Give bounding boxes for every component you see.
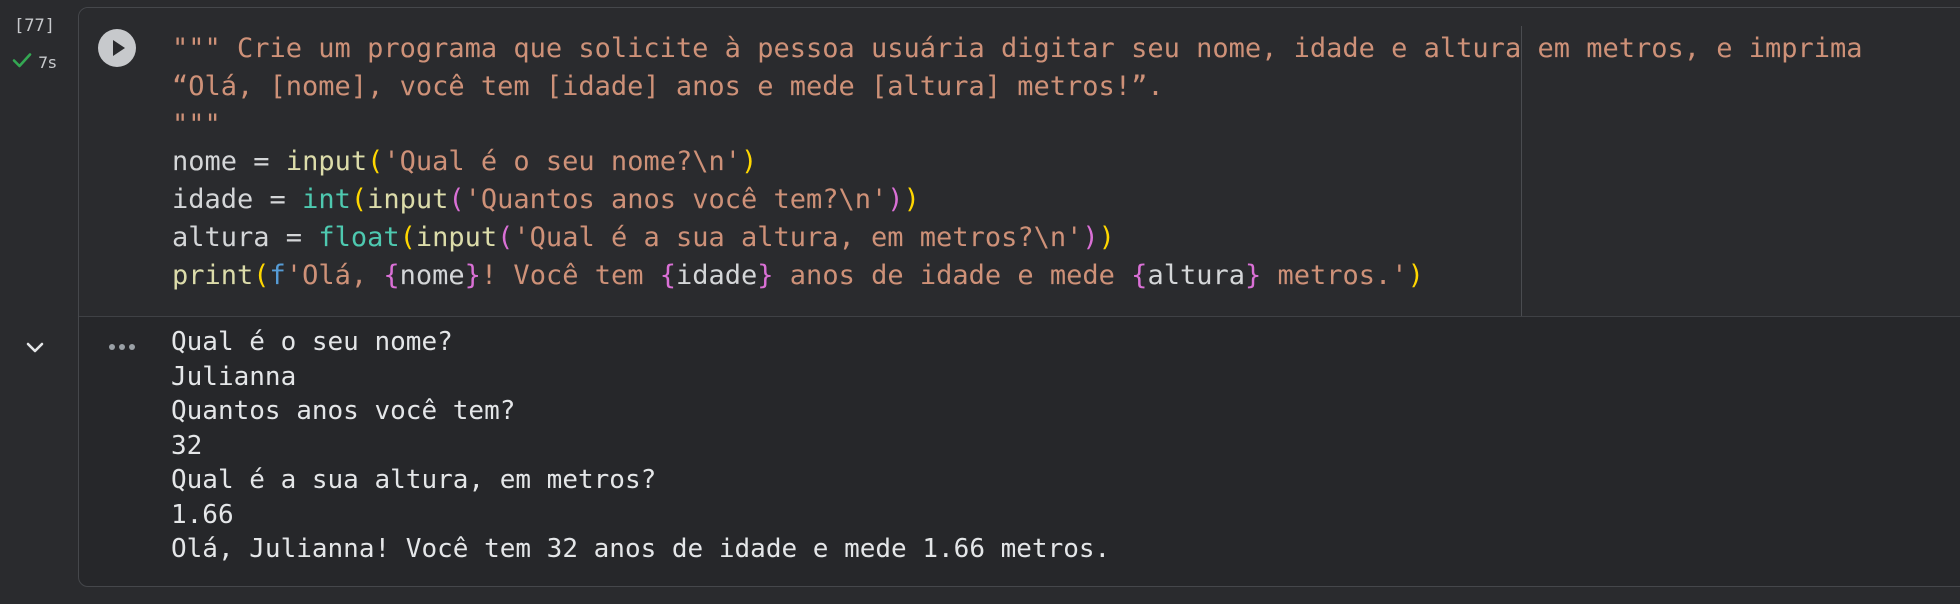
- code-editor[interactable]: """ Crie um programa que solicite à pess…: [79, 8, 1960, 316]
- code-token: """ Crie um programa que solicite à pess…: [172, 33, 1863, 64]
- code-token: (: [367, 146, 384, 178]
- code-token: anos de idade e mede: [773, 259, 1132, 291]
- execution-count: [77]: [14, 16, 55, 36]
- code-token: f: [269, 259, 286, 291]
- cell-gutter: [77] 7s: [0, 0, 78, 604]
- checkmark-icon: [12, 52, 32, 72]
- code-token: 'Qual é a sua altura, em metros?\n': [513, 221, 1083, 253]
- code-token: ! Você tem: [480, 259, 660, 291]
- code-token: =: [269, 221, 319, 253]
- code-token: input: [415, 221, 498, 253]
- output-text: Qual é o seu nome? Julianna Quantos anos v…: [171, 325, 1110, 567]
- code-token: print: [172, 259, 254, 291]
- output-line: Olá, Julianna! Você tem 32 anos de idade…: [171, 534, 1111, 564]
- code-token: }: [1244, 259, 1262, 291]
- output-line: 1.66: [171, 499, 234, 530]
- code-token: altura: [172, 221, 270, 253]
- output-line: Quantos anos você tem?: [171, 396, 516, 426]
- code-line: altura = float(input('Qual é a sua altur…: [172, 219, 1863, 257]
- code-token: ): [887, 184, 904, 216]
- code-token: (: [497, 221, 514, 253]
- code-token: idade: [172, 184, 254, 216]
- code-token: 'Quantos anos você tem?\n': [464, 184, 888, 216]
- code-text[interactable]: """ Crie um programa que solicite à pess…: [172, 30, 1863, 295]
- code-token: nome: [172, 146, 238, 178]
- code-token: (: [350, 184, 368, 216]
- code-token: {: [383, 259, 400, 291]
- code-token: {: [1131, 259, 1148, 291]
- code-token: =: [253, 184, 303, 216]
- code-cell[interactable]: """ Crie um programa que solicite à pess…: [78, 7, 1960, 587]
- code-line: idade = int(input('Quantos anos você tem…: [172, 181, 1863, 219]
- output-area: Qual é o seu nome? Julianna Quantos anos v…: [79, 317, 1960, 587]
- output-line: Julianna: [171, 361, 297, 392]
- code-token: idade: [676, 259, 758, 291]
- code-token: (: [399, 221, 416, 253]
- code-token: ): [1098, 221, 1115, 253]
- code-line: print(f'Olá, {nome}! Você tem {idade} an…: [172, 257, 1863, 295]
- code-token: input: [367, 184, 449, 216]
- code-token: ): [903, 184, 920, 216]
- code-token: metros.': [1261, 259, 1408, 291]
- output-line: Qual é a sua altura, em metros?: [171, 465, 657, 495]
- code-token: int: [302, 184, 351, 216]
- code-token: =: [237, 146, 286, 178]
- collapse-output-button[interactable]: [22, 334, 48, 360]
- code-token: input: [285, 146, 368, 178]
- code-token: ): [740, 146, 758, 178]
- output-line: 32: [171, 430, 203, 461]
- code-token: ): [1082, 221, 1099, 253]
- output-line: Qual é o seu nome?: [171, 327, 453, 357]
- code-token: (: [448, 184, 465, 216]
- run-cell-button[interactable]: [98, 29, 136, 67]
- more-horiz-icon: [104, 339, 140, 358]
- code-token: }: [464, 259, 481, 291]
- code-token: """: [172, 108, 221, 140]
- code-token: ): [1407, 259, 1424, 291]
- code-token: 'Olá,: [285, 259, 384, 291]
- code-token: {: [659, 259, 676, 291]
- code-token: altura: [1147, 259, 1245, 291]
- code-line: nome = input('Qual é o seu nome?\n'): [172, 143, 1863, 181]
- code-line: """: [172, 106, 1863, 144]
- output-actions-button[interactable]: [104, 339, 140, 353]
- code-token: nome: [399, 259, 465, 291]
- code-token: “Olá, [nome], você tem [idade] anos e me…: [172, 70, 1164, 102]
- code-line: “Olá, [nome], você tem [idade] anos e me…: [172, 68, 1863, 106]
- code-token: 'Qual é o seu nome?\n': [383, 146, 741, 178]
- chevron-down-icon: [22, 342, 48, 364]
- code-token: }: [757, 259, 774, 291]
- code-token: float: [318, 221, 400, 253]
- execution-time: 7s: [38, 52, 57, 72]
- code-token: (: [253, 259, 270, 291]
- execution-status: 7s: [12, 52, 57, 72]
- code-line: """ Crie um programa que solicite à pess…: [172, 30, 1863, 68]
